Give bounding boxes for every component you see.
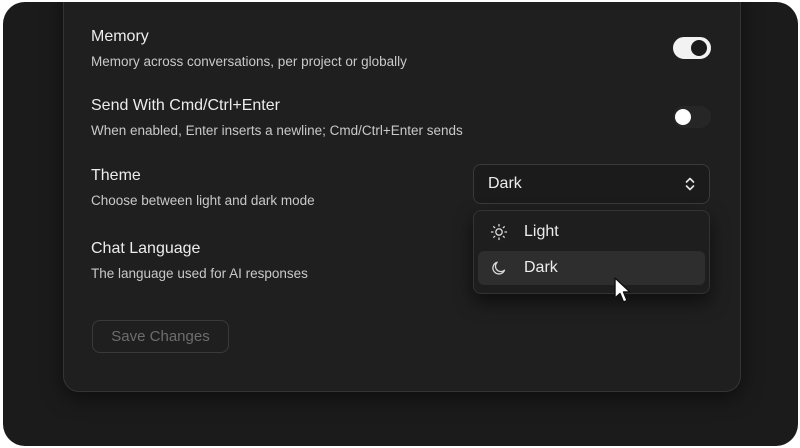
setting-theme: Theme Choose between light and dark mode xyxy=(91,166,315,210)
theme-option-label: Dark xyxy=(524,259,558,276)
theme-option-label: Light xyxy=(524,223,559,240)
theme-title: Theme xyxy=(91,167,141,184)
memory-toggle[interactable] xyxy=(673,37,711,59)
setting-memory: Memory Memory across conversations, per … xyxy=(91,27,407,71)
theme-option-light[interactable]: Light xyxy=(478,215,705,249)
theme-select-value: Dark xyxy=(488,175,522,192)
toggle-knob xyxy=(675,109,691,125)
toggle-knob xyxy=(691,40,707,56)
sun-icon xyxy=(490,223,508,241)
send-with-enter-toggle[interactable] xyxy=(673,106,711,128)
setting-chat-language: Chat Language The language used for AI r… xyxy=(91,239,308,283)
mouse-pointer-icon xyxy=(614,277,631,303)
save-changes-button[interactable]: Save Changes xyxy=(92,320,229,353)
chevron-up-down-icon xyxy=(685,177,695,191)
send-with-enter-title: Send With Cmd/Ctrl+Enter xyxy=(91,97,280,114)
memory-description: Memory across conversations, per project… xyxy=(91,54,407,69)
setting-send-with-enter: Send With Cmd/Ctrl+Enter When enabled, E… xyxy=(91,96,463,140)
memory-title: Memory xyxy=(91,28,149,45)
theme-dropdown: Light Dark xyxy=(473,210,710,294)
theme-description: Choose between light and dark mode xyxy=(91,193,315,208)
chat-language-title: Chat Language xyxy=(91,240,201,257)
theme-select[interactable]: Dark xyxy=(473,164,710,204)
theme-option-dark[interactable]: Dark xyxy=(478,251,705,285)
send-with-enter-description: When enabled, Enter inserts a newline; C… xyxy=(91,123,463,138)
moon-icon xyxy=(492,261,506,275)
chat-language-description: The language used for AI responses xyxy=(91,266,308,281)
